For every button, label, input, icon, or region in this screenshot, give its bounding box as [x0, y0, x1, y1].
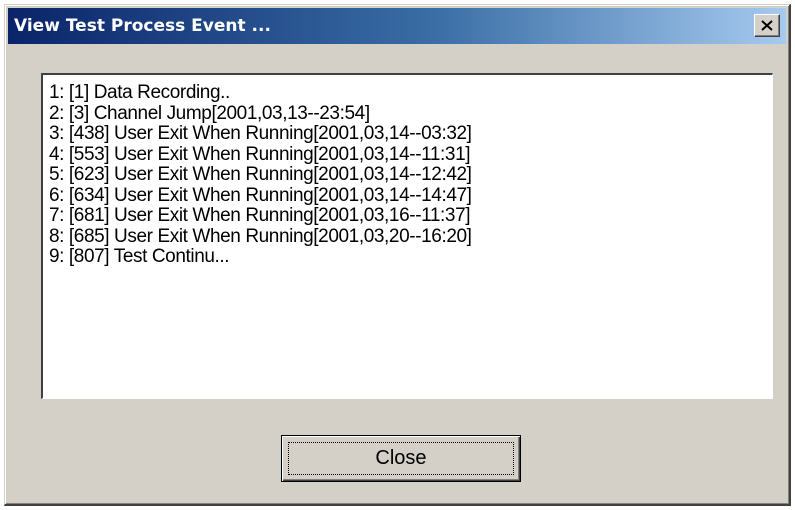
- event-list-item[interactable]: 2: [3] Channel Jump[2001,03,13--23:54]: [49, 103, 766, 125]
- event-list-item[interactable]: 8: [685] User Exit When Running[2001,03,…: [49, 226, 766, 248]
- close-button[interactable]: Close: [281, 435, 521, 482]
- event-list-item[interactable]: 3: [438] User Exit When Running[2001,03,…: [49, 123, 766, 145]
- event-list: 1: [1] Data Recording.. 2: [3] Channel J…: [49, 82, 766, 268]
- window-title: View Test Process Event ...: [14, 16, 271, 36]
- event-list-item[interactable]: 5: [623] User Exit When Running[2001,03,…: [49, 164, 766, 186]
- event-list-box[interactable]: 1: [1] Data Recording.. 2: [3] Channel J…: [41, 73, 773, 399]
- event-list-item[interactable]: 4: [553] User Exit When Running[2001,03,…: [49, 144, 766, 166]
- window-close-button[interactable]: [754, 14, 780, 37]
- event-list-item[interactable]: 7: [681] User Exit When Running[2001,03,…: [49, 205, 766, 227]
- event-list-item[interactable]: 1: [1] Data Recording..: [49, 82, 766, 104]
- view-test-process-event-dialog: View Test Process Event ... 1: [1] Data …: [4, 4, 791, 506]
- title-bar[interactable]: View Test Process Event ...: [8, 8, 786, 44]
- close-button-label: Close: [375, 447, 427, 469]
- close-x-icon: [761, 20, 773, 31]
- event-list-item[interactable]: 6: [634] User Exit When Running[2001,03,…: [49, 185, 766, 207]
- event-list-item[interactable]: 9: [807] Test Continu...: [49, 246, 766, 268]
